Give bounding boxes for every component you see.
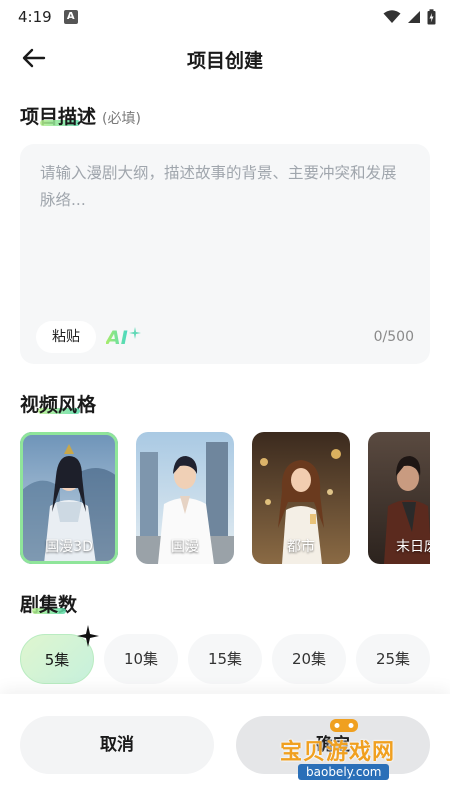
style-label: 都市 [287, 539, 315, 555]
episode-label: 25集 [375, 650, 411, 668]
description-title-highlight: 描述 [58, 106, 97, 128]
status-time: 4:19 [18, 8, 52, 26]
sparkle-icon [77, 625, 99, 647]
episodes-title-highlight: 集 [39, 594, 59, 616]
episode-option-20[interactable]: 20集 [272, 634, 346, 684]
style-card-guoman-3d[interactable]: 国漫3D [20, 432, 118, 564]
episode-count-selector[interactable]: 5集 10集 15集 20集 25集 [20, 625, 440, 684]
watermark-text: 宝贝游戏网 [280, 740, 396, 765]
style-label: 国漫 [171, 539, 199, 555]
ai-label: AI [106, 327, 128, 349]
episodes-title: 剧 集 数 [20, 590, 77, 617]
battery-icon [427, 9, 436, 25]
episode-label: 10集 [123, 650, 159, 668]
episode-option-5[interactable]: 5集 [20, 625, 99, 684]
video-style-title-pre: 视 [20, 394, 40, 416]
episode-label: 5集 [44, 651, 70, 669]
sparkle-icon [128, 327, 141, 339]
description-input-card[interactable]: 请输入漫剧大纲，描述故事的背景、主要冲突和发展脉络... 粘贴 AI 0/500 [20, 144, 430, 364]
watermark-url: baobely.com [298, 764, 390, 780]
header: 项目创建 [0, 38, 450, 78]
episode-option-15[interactable]: 15集 [188, 634, 262, 684]
wifi-icon [383, 10, 401, 23]
style-label: 国漫3D [45, 539, 93, 555]
video-style-carousel[interactable]: 国漫3D 国漫 都市 末日 [20, 432, 430, 566]
page-title: 项目创建 [186, 50, 263, 72]
episode-label: 20集 [291, 650, 327, 668]
video-style-title: 视 频风 格 [20, 390, 96, 417]
style-card-dushi[interactable]: 都市 [252, 432, 350, 564]
gamepad-icon [330, 719, 358, 732]
description-title: 项目 描述 (必填) [20, 102, 141, 129]
video-style-title-highlight: 频风 [39, 394, 78, 416]
status-icons [383, 9, 436, 25]
status-bar: 4:19 A [0, 0, 450, 34]
style-card-moriFei[interactable]: 末日废 [368, 432, 430, 564]
style-label: 末日废 [396, 539, 430, 555]
episode-option-25[interactable]: 25集 [356, 634, 430, 684]
site-watermark: 宝贝游戏网 baobely.com [276, 712, 426, 786]
episode-option-10[interactable]: 10集 [104, 634, 178, 684]
signal-icon [408, 11, 420, 23]
paste-button[interactable]: 粘贴 [36, 321, 96, 353]
app-notification-icon: A [63, 10, 78, 24]
style-card-guoman[interactable]: 国漫 [136, 432, 234, 564]
ai-assist-button[interactable]: AI [106, 325, 141, 351]
cancel-button[interactable]: 取消 [20, 716, 214, 774]
description-textarea[interactable]: 请输入漫剧大纲，描述故事的背景、主要冲突和发展脉络... [40, 160, 410, 214]
char-counter: 0/500 [373, 329, 414, 345]
required-note: (必填) [102, 111, 141, 127]
episode-label: 15集 [207, 650, 243, 668]
video-style-title-post: 格 [77, 394, 97, 416]
